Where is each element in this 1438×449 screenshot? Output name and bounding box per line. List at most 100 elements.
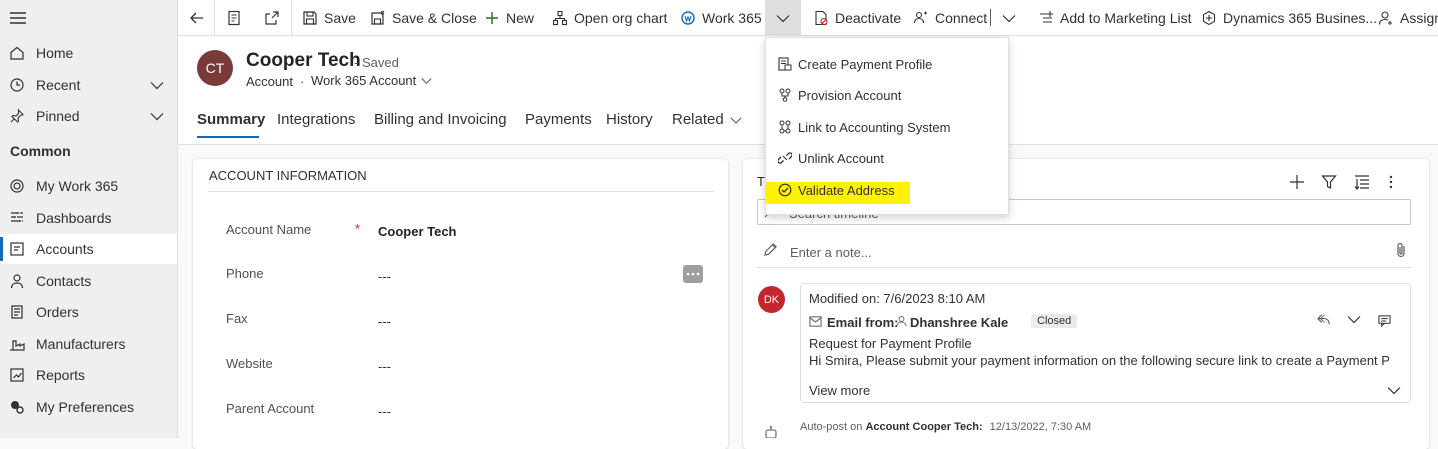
- menu-item-provision-account[interactable]: Provision Account: [766, 81, 1010, 111]
- new-button[interactable]: New: [484, 0, 534, 36]
- chevron-down-icon[interactable]: [150, 109, 164, 123]
- sender-name[interactable]: Dhanshree Kale: [910, 315, 1008, 330]
- auto-post-target[interactable]: Account Cooper Tech:: [865, 421, 982, 433]
- form-selector[interactable]: Work 365 Account: [311, 73, 432, 88]
- note-input[interactable]: Enter a note...: [757, 240, 1411, 268]
- sidebar-item-orders[interactable]: Orders: [0, 297, 177, 327]
- connect-chevron-button[interactable]: [1002, 11, 1016, 25]
- pencil-icon: [763, 242, 778, 257]
- phone-field[interactable]: ---: [378, 269, 391, 284]
- view-more-link[interactable]: View more: [809, 383, 870, 398]
- sidebar-item-label: Contacts: [36, 273, 92, 289]
- parent-account-field[interactable]: ---: [378, 404, 391, 419]
- payment-profile-icon: [778, 57, 792, 71]
- open-record-icon[interactable]: [1378, 314, 1391, 327]
- entity-name: Account: [246, 74, 293, 89]
- tab-payments[interactable]: Payments: [525, 111, 592, 128]
- sidebar-item-recent[interactable]: Recent: [0, 70, 177, 100]
- org-chart-icon: [552, 10, 568, 26]
- more-commands-button[interactable]: [1388, 174, 1394, 190]
- sidebar-item-my-preferences[interactable]: My Preferences: [0, 392, 177, 422]
- email-from-label: Email from:: [827, 315, 899, 330]
- sidebar-item-contacts[interactable]: Contacts: [0, 266, 177, 296]
- paperclip-icon[interactable]: [1395, 242, 1407, 258]
- save-button[interactable]: Save: [302, 0, 356, 36]
- pop-out-icon: [264, 10, 280, 26]
- dynamics-365-business-button[interactable]: Dynamics 365 Busines...: [1201, 0, 1377, 36]
- auto-post-date: 12/13/2022, 7:30 AM: [989, 421, 1092, 433]
- active-tab-indicator: [197, 136, 259, 138]
- menu-item-unlink-account[interactable]: Unlink Account: [766, 144, 1010, 174]
- timeline-title: T: [757, 174, 765, 189]
- sidebar-item-my-work-365[interactable]: My Work 365: [0, 171, 177, 201]
- menu-item-link-to-accounting-system[interactable]: Link to Accounting System: [766, 113, 1010, 143]
- tab-integrations[interactable]: Integrations: [277, 111, 355, 128]
- reply-icon[interactable]: [1316, 312, 1331, 327]
- add-to-marketing-list-button[interactable]: Add to Marketing List: [1038, 0, 1192, 36]
- field-label-fax: Fax: [226, 311, 248, 326]
- more-options-button[interactable]: [683, 265, 703, 283]
- connect-button[interactable]: Connect: [913, 0, 987, 36]
- sidebar-item-home[interactable]: Home: [0, 38, 177, 68]
- form-view-button[interactable]: [226, 0, 248, 36]
- hamburger-menu-icon[interactable]: [9, 10, 27, 26]
- save-close-icon: [370, 10, 386, 26]
- manufacturers-icon: [9, 336, 25, 352]
- sidebar-item-pinned[interactable]: Pinned: [0, 101, 177, 131]
- avatar: DK: [758, 286, 785, 313]
- sort-button[interactable]: [1354, 174, 1370, 190]
- menu-item-label: Unlink Account: [798, 151, 884, 166]
- provision-icon: [778, 88, 792, 102]
- timeline-activity-card[interactable]: Modified on: 7/6/2023 8:10 AM Email from…: [800, 283, 1411, 403]
- add-timeline-button[interactable]: [1289, 174, 1305, 190]
- home-icon: [9, 45, 25, 61]
- sidebar-item-accounts[interactable]: Accounts: [0, 234, 177, 264]
- filter-button[interactable]: [1321, 174, 1337, 190]
- menu-item-label: Validate Address: [798, 183, 895, 198]
- person-icon: [896, 315, 907, 327]
- assign-person-icon: [1378, 10, 1394, 26]
- chevron-down-icon[interactable]: [1387, 383, 1401, 397]
- open-org-chart-button[interactable]: Open org chart: [552, 0, 667, 36]
- chevron-down-icon[interactable]: [150, 78, 164, 92]
- reports-icon: [9, 367, 25, 383]
- plus-icon: [484, 10, 500, 26]
- page-title: Cooper Tech: [246, 50, 361, 71]
- link-accounting-icon: [778, 120, 792, 134]
- note-placeholder: Enter a note...: [790, 245, 872, 260]
- sidebar-item-label: Pinned: [36, 108, 80, 124]
- menu-item-validate-address[interactable]: Validate Address: [766, 176, 1010, 206]
- chevron-down-icon: [1002, 11, 1016, 25]
- sidebar-item-reports[interactable]: Reports: [0, 360, 177, 390]
- bot-icon: [764, 426, 778, 438]
- add-list-icon: [1038, 10, 1054, 26]
- person-icon: [9, 273, 25, 289]
- sidebar-item-dashboards[interactable]: Dashboards: [0, 203, 177, 233]
- section-title: ACCOUNT INFORMATION: [209, 168, 367, 183]
- connect-people-icon: [913, 10, 929, 26]
- avatar: CT: [197, 50, 233, 86]
- work365-split-chevron-button[interactable]: [766, 0, 801, 36]
- ellipsis-icon: [686, 270, 700, 278]
- back-button[interactable]: [189, 0, 211, 36]
- chevron-down-icon[interactable]: [1347, 312, 1361, 326]
- tab-summary[interactable]: Summary: [197, 111, 265, 128]
- pop-out-button[interactable]: [264, 0, 286, 36]
- save-and-close-button[interactable]: Save & Close: [370, 0, 477, 36]
- menu-item-create-payment-profile[interactable]: Create Payment Profile: [766, 50, 1010, 80]
- work365-button[interactable]: Work 365: [680, 0, 762, 36]
- deactivate-button[interactable]: Deactivate: [813, 0, 901, 36]
- sidebar-item-manufacturers[interactable]: Manufacturers: [0, 329, 177, 359]
- tab-related[interactable]: Related: [672, 111, 742, 128]
- account-name-field[interactable]: Cooper Tech: [378, 224, 457, 239]
- tab-history[interactable]: History: [606, 111, 653, 128]
- website-field[interactable]: ---: [378, 359, 391, 374]
- orders-icon: [9, 304, 25, 320]
- assign-button[interactable]: Assign: [1378, 0, 1438, 36]
- work365-logo-icon: [680, 10, 696, 26]
- chevron-down-icon: [776, 11, 790, 25]
- tab-billing-and-invoicing[interactable]: Billing and Invoicing: [374, 111, 507, 128]
- sort-icon: [1354, 174, 1370, 190]
- sidebar-item-label: Orders: [36, 304, 79, 320]
- fax-field[interactable]: ---: [378, 314, 391, 329]
